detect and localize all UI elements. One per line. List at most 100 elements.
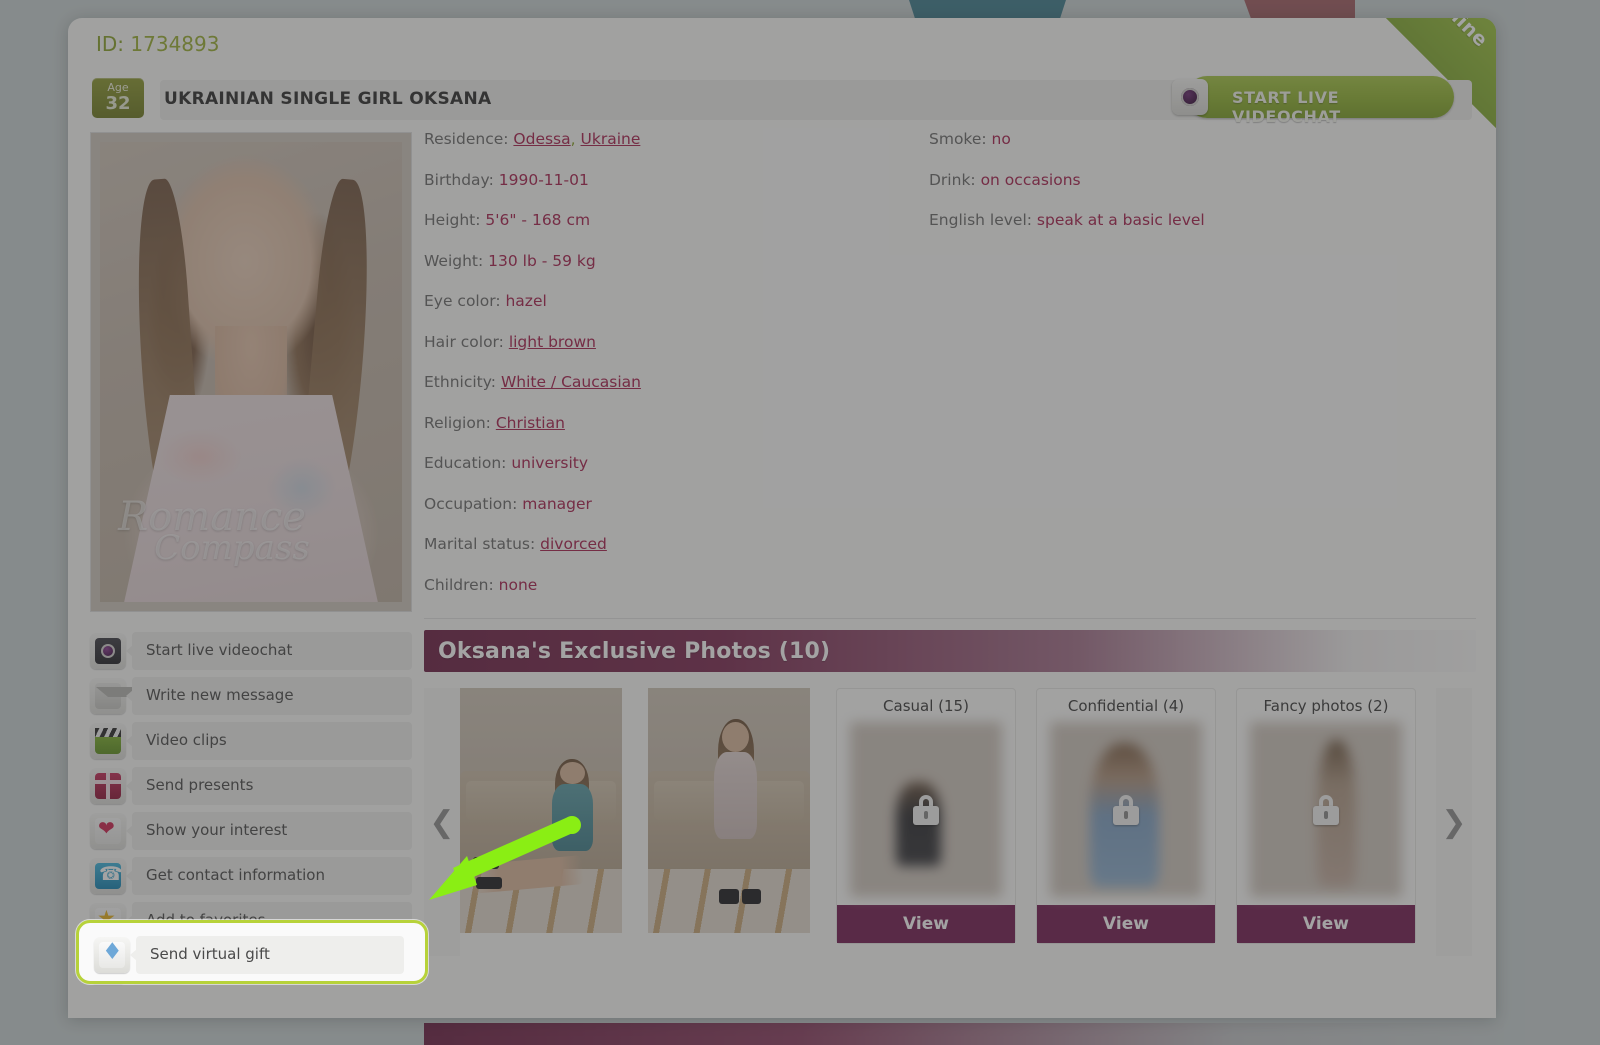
detail-value: none bbox=[498, 575, 538, 594]
detail-value-link[interactable]: White / Caucasian bbox=[501, 373, 641, 391]
gallery-next-button[interactable]: ❯ bbox=[1436, 688, 1472, 956]
detail-label: Smoke: bbox=[929, 130, 992, 148]
photo-set-2-view-button[interactable]: View bbox=[1037, 905, 1215, 943]
action-start-live-videochat[interactable]: Start live videochat bbox=[90, 630, 412, 675]
page-title: UKRAINIAN SINGLE GIRL OKSANA bbox=[164, 89, 492, 109]
action-label: Get contact information bbox=[146, 866, 325, 884]
photo-set-2[interactable]: Confidential (4) View bbox=[1036, 688, 1216, 944]
detail-value: manager bbox=[522, 494, 592, 513]
bottom-section-header-bar bbox=[424, 1023, 1504, 1045]
detail-label: Residence: bbox=[424, 130, 514, 148]
detail-value: on occasions bbox=[980, 170, 1081, 189]
action-label: Video clips bbox=[146, 731, 227, 749]
profile-id: ID: 1734893 bbox=[96, 32, 219, 56]
age-badge-label: Age bbox=[107, 81, 129, 94]
gift-box-icon bbox=[90, 768, 126, 804]
phone-icon bbox=[90, 858, 126, 894]
photo-set-3-view-button[interactable]: View bbox=[1237, 905, 1415, 943]
clapperboard-icon bbox=[90, 723, 126, 759]
webcam-icon bbox=[90, 633, 126, 669]
photo-set-2-caption: Confidential (4) bbox=[1067, 697, 1185, 715]
exclusive-photo-2[interactable] bbox=[648, 688, 810, 933]
profile-id-label: ID: bbox=[96, 32, 125, 56]
detail-value: 5'6" - 168 cm bbox=[485, 211, 591, 229]
detail-row: Education: university bbox=[424, 454, 904, 472]
detail-label: Religion: bbox=[424, 413, 496, 432]
photo-set-2-thumbnail bbox=[1050, 722, 1202, 897]
start-live-videochat-label: START LIVE VIDEOCHAT bbox=[1232, 88, 1341, 126]
age-badge-value: 32 bbox=[105, 93, 131, 114]
portrait-illustration bbox=[100, 142, 402, 602]
main-profile-photo[interactable]: Romance Compass bbox=[90, 132, 412, 612]
detail-label: Height: bbox=[424, 211, 486, 229]
action-show-your-interest[interactable]: Show your interest bbox=[90, 810, 412, 855]
lock-icon bbox=[1113, 794, 1139, 825]
detail-value-link[interactable]: divorced bbox=[540, 535, 607, 553]
detail-value: hazel bbox=[505, 292, 547, 310]
detail-value: no bbox=[991, 130, 1011, 148]
action-get-contact-information[interactable]: Get contact information bbox=[90, 855, 412, 900]
photo-set-1-thumbnail bbox=[850, 722, 1002, 897]
detail-row: Birthday: 1990-11-01 bbox=[424, 171, 904, 189]
detail-value-link[interactable]: light brown bbox=[509, 333, 596, 351]
photo-set-1-view-button[interactable]: View bbox=[837, 905, 1015, 943]
detail-row: Religion: Christian bbox=[424, 414, 904, 432]
detail-value-link[interactable]: Odessa bbox=[513, 130, 570, 148]
exclusive-photos-title: Oksana's Exclusive Photos (10) bbox=[438, 639, 831, 664]
detail-label: Occupation: bbox=[424, 494, 523, 513]
photo-set-3-caption: Fancy photos (2) bbox=[1263, 697, 1389, 715]
start-live-videochat-button[interactable]: START LIVE VIDEOCHAT bbox=[1172, 76, 1454, 126]
detail-row: Occupation: manager bbox=[424, 495, 904, 513]
profile-details-right-column: Smoke: no Drink: on occasions English leve… bbox=[929, 130, 1389, 252]
action-video-clips[interactable]: Video clips bbox=[90, 720, 412, 765]
detail-value-link[interactable]: Christian bbox=[496, 414, 565, 432]
photo-set-3-thumbnail bbox=[1250, 722, 1402, 897]
detail-value: , bbox=[570, 130, 581, 148]
photo-set-3[interactable]: Fancy photos (2) View bbox=[1236, 688, 1416, 944]
envelope-icon bbox=[90, 678, 144, 714]
detail-row: Eye color: hazel bbox=[424, 292, 904, 310]
profile-card: online ID: 1734893 Age 32 UKRAINIAN SING… bbox=[68, 18, 1496, 1018]
highlighted-send-virtual-gift[interactable]: Send virtual gift bbox=[78, 922, 426, 982]
detail-row: Children: none bbox=[424, 576, 904, 594]
detail-row: Smoke: no bbox=[929, 130, 1389, 148]
details-divider bbox=[424, 618, 1476, 619]
annotation-arrow bbox=[429, 816, 581, 900]
photo-set-1-caption: Casual (15) bbox=[883, 697, 969, 715]
action-send-presents[interactable]: Send presents bbox=[90, 765, 412, 810]
detail-label: English level: bbox=[929, 211, 1037, 229]
detail-label: Birthday: bbox=[424, 170, 499, 189]
detail-row: Hair color: light brown bbox=[424, 333, 904, 351]
exclusive-photo-2-image bbox=[648, 688, 810, 933]
age-badge: Age 32 bbox=[92, 78, 144, 118]
lock-icon bbox=[913, 794, 939, 825]
action-label: Show your interest bbox=[146, 821, 288, 839]
action-write-new-message[interactable]: Write new message bbox=[90, 675, 412, 720]
detail-value: 130 lb - 59 kg bbox=[488, 251, 596, 270]
main-profile-photo-image: Romance Compass bbox=[100, 142, 402, 602]
detail-label: Education: bbox=[424, 454, 512, 472]
exclusive-photos-header: Oksana's Exclusive Photos (10) bbox=[424, 630, 1476, 672]
detail-label: Eye color: bbox=[424, 292, 506, 310]
detail-value: 1990-11-01 bbox=[498, 170, 589, 189]
detail-label: Drink: bbox=[929, 170, 981, 189]
title-row: Age 32 UKRAINIAN SINGLE GIRL OKSANA STAR… bbox=[92, 76, 1472, 126]
detail-value-link[interactable]: Ukraine bbox=[581, 130, 641, 148]
action-label: Send virtual gift bbox=[150, 945, 270, 963]
detail-label: Hair color: bbox=[424, 332, 509, 351]
photo-set-1[interactable]: Casual (15) View bbox=[836, 688, 1016, 944]
diamond-icon bbox=[94, 937, 130, 973]
action-send-virtual-gift-highlighted[interactable]: Send virtual gift bbox=[94, 934, 404, 979]
webcam-icon bbox=[1172, 79, 1208, 115]
detail-label: Weight: bbox=[424, 251, 489, 270]
action-label: Start live videochat bbox=[146, 641, 293, 659]
action-label: Write new message bbox=[146, 686, 294, 704]
detail-value: university bbox=[511, 454, 588, 472]
lock-icon bbox=[1313, 794, 1339, 825]
detail-row: Height: 5'6" - 168 cm bbox=[424, 211, 904, 229]
detail-row: Ethnicity: White / Caucasian bbox=[424, 373, 904, 391]
detail-row: Drink: on occasions bbox=[929, 171, 1389, 189]
detail-row: English level: speak at a basic level bbox=[929, 211, 1389, 229]
profile-details: Residence: Odessa, Ukraine Birthday: 1990… bbox=[424, 130, 1476, 612]
profile-details-left-column: Residence: Odessa, Ukraine Birthday: 1990… bbox=[424, 130, 904, 616]
